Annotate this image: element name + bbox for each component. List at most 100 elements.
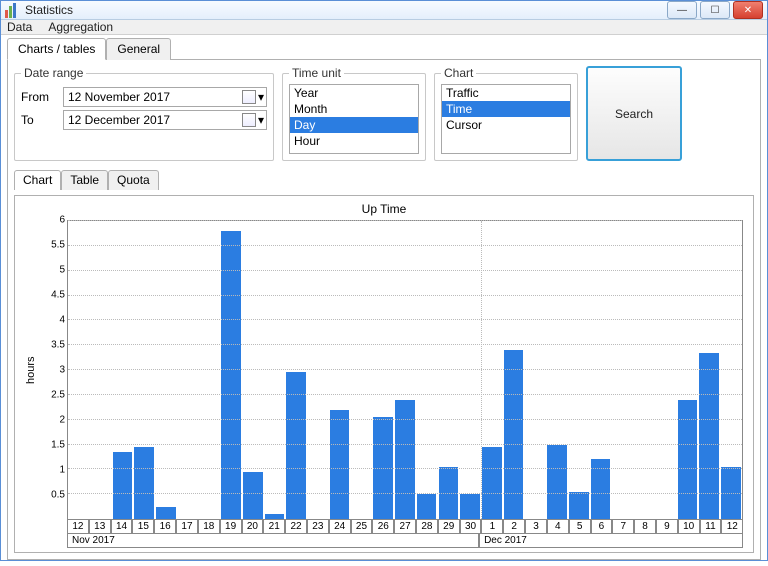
menubar: Data Aggregation [1, 20, 767, 35]
x-tick: 25 [351, 520, 373, 534]
bar [113, 452, 133, 519]
tab-general[interactable]: General [106, 38, 171, 60]
window-title: Statistics [25, 3, 73, 17]
main-tabs: Charts / tables General [7, 37, 761, 59]
chart-select-group: Chart TrafficTimeCursor [434, 66, 578, 161]
x-tick: 24 [329, 520, 351, 534]
list-option[interactable]: Day [290, 117, 418, 133]
calendar-icon [242, 90, 256, 104]
date-range-legend: Date range [21, 66, 86, 80]
window-buttons: — ☐ ✕ [667, 1, 763, 19]
month-row: Nov 2017Dec 2017 [67, 534, 743, 548]
y-tick: 3 [59, 365, 65, 376]
x-tick: 17 [176, 520, 198, 534]
x-tick: 4 [547, 520, 569, 534]
time-unit-legend: Time unit [289, 66, 344, 80]
x-tick: 5 [569, 520, 591, 534]
x-tick: 3 [525, 520, 547, 534]
x-tick: 2 [503, 520, 525, 534]
chevron-down-icon: ▾ [258, 90, 264, 104]
date-range-group: Date range From 12 November 2017 ▾ To [14, 66, 274, 161]
x-tick: 13 [89, 520, 111, 534]
list-option[interactable]: Month [290, 101, 418, 117]
y-tick: 1 [59, 465, 65, 476]
list-option[interactable]: Year [290, 85, 418, 101]
y-tick: 4.5 [51, 290, 65, 301]
search-button-label: Search [615, 107, 653, 121]
x-tick: 8 [634, 520, 656, 534]
chart-title: Up Time [25, 202, 743, 216]
x-tick: 30 [460, 520, 482, 534]
x-tick: 27 [394, 520, 416, 534]
body: Charts / tables General Date range From … [1, 35, 767, 566]
list-option[interactable]: Time [442, 101, 570, 117]
chart-select-listbox[interactable]: TrafficTimeCursor [441, 84, 571, 154]
y-tick: 2 [59, 415, 65, 426]
titlebar: Statistics — ☐ ✕ [1, 1, 767, 20]
list-option[interactable]: Hour [290, 133, 418, 149]
x-tick: 12 [67, 520, 89, 534]
bar [482, 447, 502, 519]
x-tick: 15 [132, 520, 154, 534]
search-button[interactable]: Search [586, 66, 682, 161]
bar [265, 514, 285, 519]
y-axis: 0.511.522.533.544.555.56 [39, 220, 67, 520]
y-tick: 2.5 [51, 390, 65, 401]
bar [134, 447, 154, 519]
subtab-quota[interactable]: Quota [108, 170, 159, 190]
from-date-input[interactable]: 12 November 2017 ▾ [63, 87, 267, 107]
x-tick: 14 [111, 520, 133, 534]
to-date-input[interactable]: 12 December 2017 ▾ [63, 110, 267, 130]
x-tick: 21 [263, 520, 285, 534]
tab-charts-tables[interactable]: Charts / tables [7, 38, 106, 60]
bar [221, 231, 241, 519]
y-axis-label: hours [25, 220, 39, 520]
from-label: From [21, 90, 57, 104]
x-tick: 18 [198, 520, 220, 534]
to-date-value: 12 December 2017 [68, 113, 170, 127]
list-option[interactable]: Traffic [442, 85, 570, 101]
menu-aggregation[interactable]: Aggregation [48, 20, 113, 34]
y-tick: 1.5 [51, 440, 65, 451]
minimize-button[interactable]: — [667, 1, 697, 19]
bar [243, 472, 263, 519]
bar [156, 507, 176, 519]
y-tick: 5.5 [51, 240, 65, 251]
maximize-button[interactable]: ☐ [700, 1, 730, 19]
to-label: To [21, 113, 57, 127]
chevron-down-icon: ▾ [258, 113, 264, 127]
bar [547, 445, 567, 520]
bar [460, 494, 480, 519]
month-label: Nov 2017 [67, 534, 479, 548]
subtab-chart[interactable]: Chart [14, 170, 61, 190]
from-date-value: 12 November 2017 [68, 90, 170, 104]
menu-data[interactable]: Data [7, 20, 32, 34]
x-tick: 6 [591, 520, 613, 534]
x-tick: 9 [656, 520, 678, 534]
time-unit-group: Time unit YearMonthDayHour [282, 66, 426, 161]
y-tick: 4 [59, 315, 65, 326]
x-tick: 19 [220, 520, 242, 534]
x-axis: 1213141516171819202122232425262728293012… [67, 520, 743, 534]
x-tick: 22 [285, 520, 307, 534]
app-icon [5, 2, 21, 18]
bar [417, 494, 437, 519]
x-tick: 1 [481, 520, 503, 534]
y-tick: 6 [59, 215, 65, 226]
controls-row: Date range From 12 November 2017 ▾ To [14, 66, 754, 161]
close-button[interactable]: ✕ [733, 1, 763, 19]
y-tick: 0.5 [51, 490, 65, 501]
plot-area [67, 220, 743, 520]
list-option[interactable]: Cursor [442, 117, 570, 133]
month-label: Dec 2017 [479, 534, 743, 548]
sub-tabs: Chart Table Quota [14, 169, 754, 189]
x-tick: 26 [372, 520, 394, 534]
calendar-icon [242, 113, 256, 127]
bar [569, 492, 589, 519]
subtab-table[interactable]: Table [61, 170, 108, 190]
chart-panel: Up Time hours 0.511.522.533.544.555.56 1… [14, 195, 754, 553]
statistics-window: Statistics — ☐ ✕ Data Aggregation Charts… [0, 0, 768, 561]
time-unit-listbox[interactable]: YearMonthDayHour [289, 84, 419, 154]
bar [330, 410, 350, 519]
x-tick: 16 [154, 520, 176, 534]
